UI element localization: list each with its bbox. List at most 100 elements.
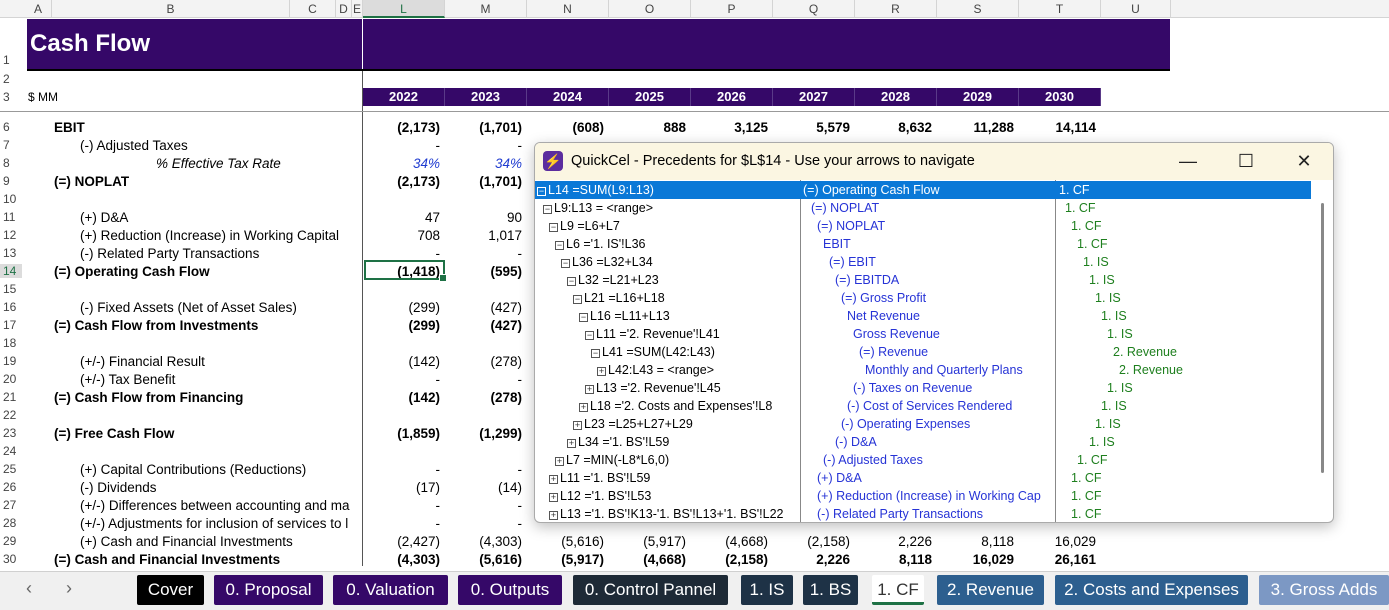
row-number[interactable]: 25 [0,462,22,476]
minimize-button[interactable]: — [1168,147,1208,175]
dialog-scrollbar[interactable] [1321,203,1324,473]
cell-value[interactable]: (1,701) [444,174,522,189]
cell-value[interactable]: (5,616) [526,534,604,549]
expand-icon[interactable]: + [567,439,576,448]
row-number[interactable]: 24 [0,444,22,458]
cell-value[interactable]: 11,288 [936,120,1014,135]
tab-cover[interactable]: Cover [137,575,204,605]
tab-outputs[interactable]: 0. Outputs [458,575,562,605]
row-label-tax-benefit[interactable]: (+/-) Tax Benefit [80,372,175,387]
row-label-related-party[interactable]: (-) Related Party Transactions [80,246,259,261]
col-header-e[interactable]: E [352,0,363,18]
cell-value[interactable]: - [444,498,523,513]
cell-value[interactable]: (4,303) [444,534,522,549]
cell-value[interactable]: 8,118 [936,534,1014,549]
row-number[interactable]: 18 [0,336,22,350]
row-label-fixed-assets[interactable]: (-) Fixed Assets (Net of Asset Sales) [80,300,297,315]
cell-value[interactable]: (2,427) [362,534,440,549]
row-number[interactable]: 26 [0,480,22,494]
year-header[interactable]: 2024 [527,88,609,106]
cell-value[interactable]: (2,158) [690,552,768,567]
row-number[interactable]: 11 [0,210,22,224]
cell-value[interactable]: (427) [444,300,522,315]
cell-value[interactable]: 3,125 [690,120,768,135]
row-label-cf-financing[interactable]: (=) Cash Flow from Financing [54,390,243,405]
dialog-title-bar[interactable]: ⚡ QuickCel - Precedents for $L$14 - Use … [535,143,1333,180]
col-header-r[interactable]: R [855,0,937,18]
cell-value[interactable]: 16,029 [936,552,1014,567]
expand-icon[interactable]: + [585,385,594,394]
tree-row[interactable]: − L36 =L32+L34 (=) EBIT 1. IS [535,253,1311,271]
row-number[interactable]: 15 [0,282,22,296]
col-header-n[interactable]: N [527,0,609,18]
tree-row[interactable]: − L6 ='1. IS'!L36 EBIT 1. CF [535,235,1311,253]
tab-gross-adds[interactable]: 3. Gross Adds [1259,575,1389,605]
row-label-effective-tax-rate[interactable]: % Effective Tax Rate [156,156,281,171]
row-number[interactable]: 19 [0,354,22,368]
tab-costs-expenses[interactable]: 2. Costs and Expenses [1055,575,1248,605]
collapse-icon[interactable]: − [567,277,576,286]
cell-value[interactable]: - [444,138,523,153]
year-header[interactable]: 2025 [609,88,691,106]
cell-value[interactable]: - [362,372,441,387]
col-header-m[interactable]: M [445,0,527,18]
cell-value[interactable]: (278) [444,354,522,369]
col-header-c[interactable]: C [290,0,336,18]
col-header-q[interactable]: Q [773,0,855,18]
row-number[interactable]: 20 [0,372,22,386]
cell-value[interactable]: (14) [444,480,522,495]
row-label-da[interactable]: (+) D&A [80,210,128,225]
expand-icon[interactable]: + [549,475,558,484]
cell-value[interactable]: (299) [362,300,440,315]
tree-row[interactable]: + L34 ='1. BS'!L59 (-) D&A 1. IS [535,433,1311,451]
expand-icon[interactable]: + [555,457,564,466]
cell-value[interactable]: (142) [362,390,440,405]
row-label-cash-investments-total[interactable]: (=) Cash and Financial Investments [54,552,280,567]
expand-icon[interactable]: + [597,367,606,376]
row-number[interactable]: 6 [0,120,22,134]
row-label-adjustments[interactable]: (+/-) Adjustments for inclusion of servi… [80,516,362,531]
row-label-ebit[interactable]: EBIT [54,120,85,135]
row-number[interactable]: 23 [0,426,22,440]
tab-revenue[interactable]: 2. Revenue [937,575,1044,605]
cell-value[interactable]: 8,118 [854,552,932,567]
cell-value[interactable]: (5,917) [526,552,604,567]
tree-row[interactable]: + L23 =L25+L27+L29 (-) Operating Expenses… [535,415,1311,433]
row-number[interactable]: 29 [0,534,22,548]
cell-value[interactable]: 5,579 [772,120,850,135]
cell-value[interactable]: 90 [444,210,522,225]
collapse-icon[interactable]: − [573,295,582,304]
row-label-financial-result[interactable]: (+/-) Financial Result [80,354,205,369]
cell-value[interactable]: (278) [444,390,522,405]
row-number[interactable]: 2 [0,72,22,86]
cell-value[interactable]: - [444,372,523,387]
col-header-b[interactable]: B [52,0,290,18]
tab-valuation[interactable]: 0. Valuation [333,575,448,605]
row-number[interactable]: 17 [0,318,22,332]
cell-value[interactable]: (608) [526,120,604,135]
cell-value[interactable]: 8,632 [854,120,932,135]
collapse-icon[interactable]: − [579,313,588,322]
close-button[interactable]: ✕ [1284,147,1324,175]
tree-row[interactable]: − L9 =L6+L7 (=) NOPLAT 1. CF [535,217,1311,235]
tree-row[interactable]: − L11 ='2. Revenue'!L41 Gross Revenue 1. … [535,325,1311,343]
row-number[interactable]: 22 [0,408,22,422]
tree-row[interactable]: + L12 ='1. BS'!L53 (+) Reduction (Increas… [535,487,1311,505]
row-label-working-capital[interactable]: (+) Reduction (Increase) in Working Capi… [80,228,339,243]
cell-value[interactable]: (2,158) [772,534,850,549]
cell-value[interactable]: (5,616) [444,552,522,567]
tab-control-pannel[interactable]: 0. Control Pannel [573,575,728,605]
cell-value[interactable]: (5,917) [608,534,686,549]
cell-value[interactable]: 1,017 [444,228,522,243]
row-number-selected[interactable]: 14 [0,264,22,278]
prev-sheet-button[interactable]: ‹ [26,578,32,599]
tree-row[interactable]: − L32 =L21+L23 (=) EBITDA 1. IS [535,271,1311,289]
row-label-noplat[interactable]: (=) NOPLAT [54,174,129,189]
cell-value[interactable]: 26,161 [1018,552,1096,567]
expand-icon[interactable]: + [573,421,582,430]
precedents-tree[interactable]: − L14 =SUM(L9:L13) (=) Operating Cash Flo… [535,180,1321,522]
cell-value[interactable]: (4,668) [608,552,686,567]
cell-value[interactable]: 2,226 [854,534,932,549]
cell-value[interactable]: 2,226 [772,552,850,567]
year-header[interactable]: 2026 [691,88,773,106]
